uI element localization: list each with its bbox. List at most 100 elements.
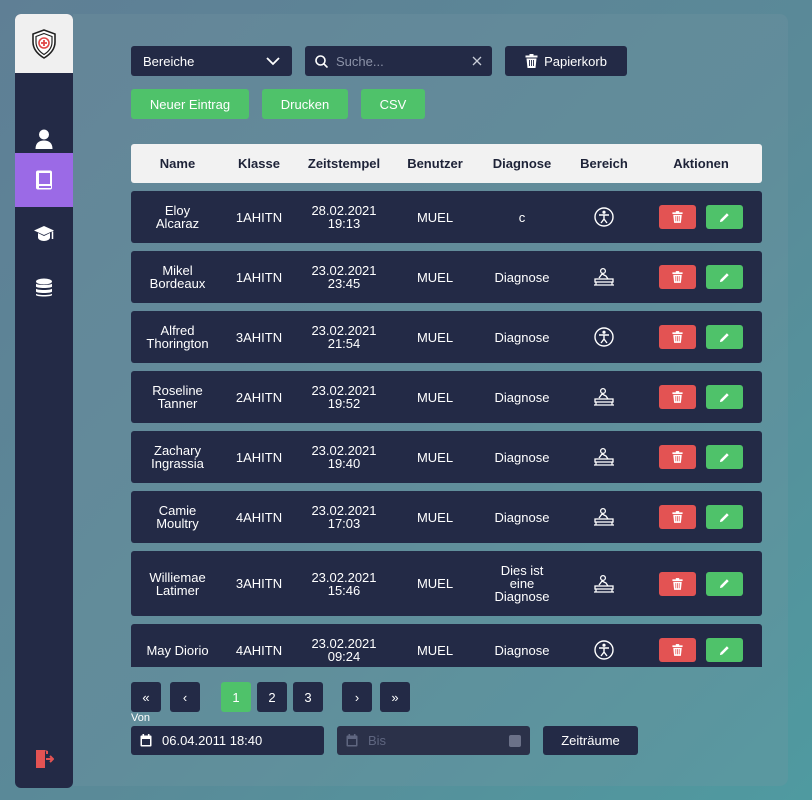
timestamp-time: 09:24 <box>327 649 361 664</box>
column-header-area[interactable]: Bereich <box>568 156 640 171</box>
first-page-button[interactable]: « <box>131 682 161 712</box>
delete-button[interactable] <box>659 571 696 596</box>
last-page-button[interactable]: » <box>380 682 410 712</box>
cell-diagnosis: Diagnose <box>476 391 568 404</box>
delete-button[interactable] <box>659 638 696 662</box>
edit-button[interactable] <box>706 571 743 596</box>
page-3-button[interactable]: 3 <box>293 682 323 712</box>
table-row[interactable]: Mikel Bordeaux 1AHITN 23.02.2021 23:45 MUEL Di… <box>131 251 762 303</box>
delete-button[interactable] <box>659 325 696 349</box>
cell-user: MUEL <box>416 209 454 225</box>
checkbox-icon[interactable] <box>509 734 521 747</box>
calendar-icon <box>140 734 152 747</box>
cell-actions <box>640 445 762 469</box>
csv-button[interactable]: CSV <box>361 89 425 119</box>
cell-area <box>568 507 640 527</box>
page-1-button[interactable]: 1 <box>221 682 251 712</box>
column-header-diagnosis[interactable]: Diagnose <box>476 156 568 171</box>
cell-timestamp: 23.02.2021 23:45 <box>294 264 394 290</box>
table-row[interactable]: Williemae Latimer 3AHITN 23.02.2021 15:46 MUE… <box>131 551 762 616</box>
calendar-icon <box>346 734 358 747</box>
cell-diagnosis: Dies ist eine Diagnose <box>476 564 568 603</box>
cell-actions <box>640 638 762 662</box>
diagnosis-line: Diagnose <box>494 589 550 604</box>
delete-button[interactable] <box>659 265 696 289</box>
delete-button[interactable] <box>659 445 696 469</box>
column-header-timestamp[interactable]: Zeitstempel <box>294 156 394 171</box>
prev-page-button[interactable]: ‹ <box>170 682 200 712</box>
edit-button[interactable] <box>706 505 743 529</box>
from-label: Von <box>131 712 150 724</box>
pencil-icon <box>719 645 729 655</box>
search-icon <box>315 54 328 68</box>
new-entry-button[interactable]: Neuer Eintrag <box>131 89 249 119</box>
column-header-name[interactable]: Name <box>131 156 224 171</box>
cell-actions <box>640 385 762 409</box>
cell-name: Williemae Latimer <box>131 571 224 597</box>
edit-button[interactable] <box>706 265 743 289</box>
trash-button-label: Papierkorb <box>544 53 607 69</box>
clear-icon[interactable] <box>472 56 482 66</box>
search-input[interactable]: Suche... <box>336 54 464 69</box>
diagnosis-line: Diagnose <box>494 389 550 405</box>
pencil-icon <box>719 332 729 342</box>
next-page-button[interactable]: › <box>342 682 372 712</box>
edit-button[interactable] <box>706 325 743 349</box>
name-line: Moultry <box>156 516 199 531</box>
delete-button[interactable] <box>659 385 696 409</box>
logout-button[interactable] <box>15 744 73 774</box>
table-row[interactable]: Roseline Tanner 2AHITN 23.02.2021 19:52 MUEL D… <box>131 371 762 423</box>
search-field[interactable]: Suche... <box>305 46 492 76</box>
sidebar-item-classes[interactable] <box>15 207 73 261</box>
pencil-icon <box>719 579 729 589</box>
to-date-input[interactable]: Bis <box>337 726 530 755</box>
cell-diagnosis: Diagnose <box>476 271 568 284</box>
print-button[interactable]: Drucken <box>262 89 348 119</box>
trash-button[interactable]: Papierkorb <box>505 46 627 76</box>
delete-button[interactable] <box>659 205 696 229</box>
cell-area <box>568 387 640 407</box>
sidebar-item-entries[interactable] <box>15 153 73 207</box>
edit-button[interactable] <box>706 638 743 662</box>
cell-area <box>568 640 640 660</box>
graduation-cap-icon <box>34 226 54 241</box>
periods-button[interactable]: Zeiträume <box>543 726 638 755</box>
patient-bed-icon <box>594 574 614 593</box>
table-row[interactable]: Camie Moultry 4AHITN 23.02.2021 17:03 MUEL Dia… <box>131 491 762 543</box>
area-select[interactable]: Bereiche <box>131 46 292 76</box>
cell-name: Camie Moultry <box>131 504 224 530</box>
column-header-user[interactable]: Benutzer <box>394 156 476 171</box>
column-header-class[interactable]: Klasse <box>224 156 294 171</box>
table-row[interactable]: Alfred Thorington 3AHITN 23.02.2021 21:54 MUE… <box>131 311 762 363</box>
cell-class: 1AHITN <box>235 269 283 285</box>
from-date-value: 06.04.2011 18:40 <box>162 733 263 748</box>
cell-actions <box>640 205 762 229</box>
diagnosis-line: Diagnose <box>494 642 550 658</box>
edit-button[interactable] <box>706 385 743 409</box>
cell-timestamp: 23.02.2021 17:03 <box>294 504 394 530</box>
toolbar: Bereiche Suche... Papierkorb <box>131 46 627 76</box>
trash-icon <box>672 271 683 283</box>
cell-timestamp: 23.02.2021 09:24 <box>294 637 394 663</box>
patient-bed-icon <box>594 267 614 286</box>
name-line: Thorington <box>146 336 209 351</box>
cell-area <box>568 267 640 287</box>
page-2-button[interactable]: 2 <box>257 682 287 712</box>
table-row[interactable]: Zachary Ingrassia 1AHITN 23.02.2021 19:40 MUE… <box>131 431 762 483</box>
table-row[interactable]: Eloy Alcaraz 1AHITN 28.02.2021 19:13 MUEL c <box>131 191 762 243</box>
delete-button[interactable] <box>659 505 696 529</box>
timestamp-time: 15:46 <box>327 582 361 598</box>
cell-class: 1AHITN <box>235 209 283 225</box>
sidebar-item-database[interactable] <box>15 261 73 315</box>
cell-name: Eloy Alcaraz <box>131 204 224 230</box>
cell-class: 3AHITN <box>235 576 283 591</box>
pencil-icon <box>719 392 729 402</box>
chevron-down-icon <box>266 56 280 65</box>
table-row[interactable]: May Diorio 4AHITN 23.02.2021 09:24 MUEL Diagn… <box>131 624 762 667</box>
patient-bed-icon <box>594 387 614 406</box>
edit-button[interactable] <box>706 445 743 469</box>
edit-button[interactable] <box>706 205 743 229</box>
from-date-input[interactable]: 06.04.2011 18:40 <box>131 726 324 755</box>
trash-icon <box>672 577 683 590</box>
trash-icon <box>672 391 683 403</box>
